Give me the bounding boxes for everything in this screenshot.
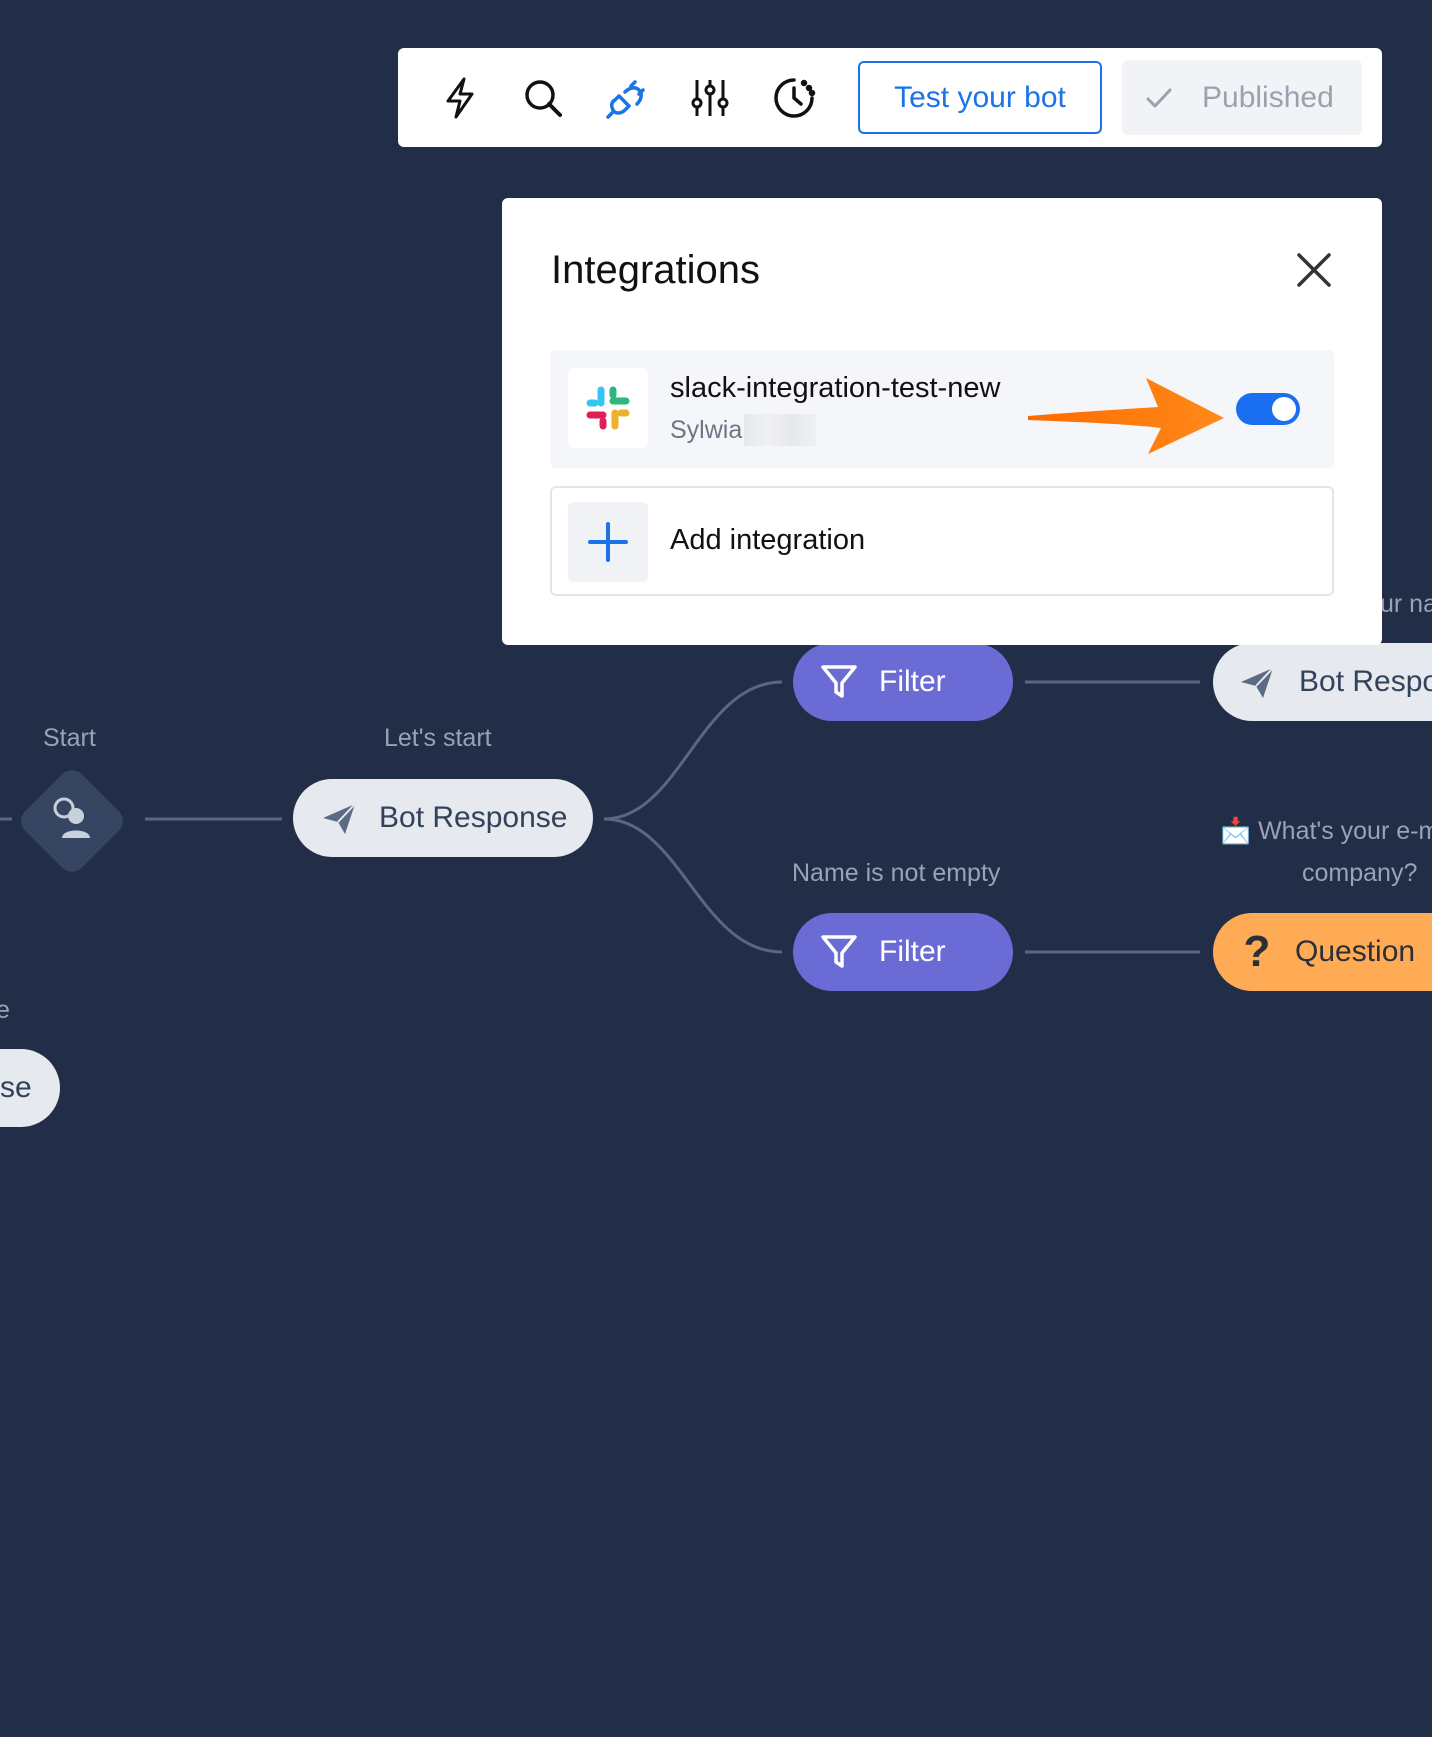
lets-start-caption: Let's start — [384, 724, 492, 752]
add-integration-label: Add integration — [670, 524, 866, 556]
bot-response-label: Bot Response — [379, 801, 568, 834]
slack-logo-icon — [568, 368, 648, 448]
question-mark-icon: ? — [1243, 927, 1271, 976]
check-icon — [1144, 83, 1174, 113]
search-icon[interactable] — [517, 72, 569, 124]
redacted-surname — [744, 414, 817, 446]
integration-name: slack-integration-test-new — [670, 372, 1001, 404]
start-label: Start — [43, 724, 96, 752]
close-icon[interactable] — [1292, 248, 1336, 292]
question-caption-line1: 📩 What's your e-m — [1220, 817, 1432, 845]
top-right-node-label: Bot Respo — [1299, 665, 1432, 698]
bot-response-node[interactable]: Bot Response — [293, 779, 593, 857]
integration-item[interactable]: slack-integration-test-new Sylwia — [550, 350, 1334, 468]
sliders-icon[interactable] — [684, 72, 736, 124]
integration-owner-name: Sylwia — [670, 415, 743, 444]
panel-title: Integrations — [551, 248, 761, 292]
flow-canvas[interactable]: e se Start Let's start Bot Response Filt… — [0, 0, 1432, 1737]
toggle-knob — [1272, 397, 1296, 421]
test-your-bot-label: Test your bot — [894, 80, 1066, 114]
plus-icon — [568, 502, 648, 582]
send-icon — [317, 796, 361, 840]
orange-arrow-annotation — [1028, 378, 1224, 454]
top-right-caption: ur na — [1380, 590, 1432, 618]
left-node-caption: e — [0, 996, 10, 1024]
filter-top-label: Filter — [879, 665, 946, 698]
filter-bottom-caption: Name is not empty — [792, 859, 1001, 887]
top-toolbar: Test your bot Published — [398, 48, 1382, 147]
test-your-bot-button[interactable]: Test your bot — [858, 61, 1102, 134]
filter-node-top[interactable]: Filter — [793, 643, 1013, 721]
question-node-label: Question — [1295, 935, 1416, 968]
integration-toggle[interactable] — [1236, 393, 1300, 425]
published-label: Published — [1202, 80, 1334, 114]
published-button[interactable]: Published — [1122, 60, 1362, 135]
history-icon[interactable] — [768, 72, 820, 124]
integration-owner: Sylwia — [670, 414, 817, 446]
question-node[interactable]: ? Question — [1213, 913, 1432, 991]
filter-node-bottom[interactable]: Filter — [793, 913, 1013, 991]
question-caption-line2: company? — [1302, 859, 1418, 887]
send-icon — [1235, 660, 1279, 704]
bot-response-node-right[interactable]: Bot Respo — [1213, 643, 1432, 721]
lightning-icon[interactable] — [434, 72, 486, 124]
add-integration-button[interactable]: Add integration — [550, 486, 1334, 596]
left-node-label: se — [0, 1071, 32, 1104]
filter-icon — [817, 930, 861, 974]
filter-bottom-label: Filter — [879, 935, 946, 968]
filter-icon — [817, 660, 861, 704]
user-chat-icon — [44, 792, 100, 848]
integrations-panel: Integrations slack-integration-test-new … — [502, 198, 1382, 645]
plug-icon[interactable] — [601, 72, 653, 124]
